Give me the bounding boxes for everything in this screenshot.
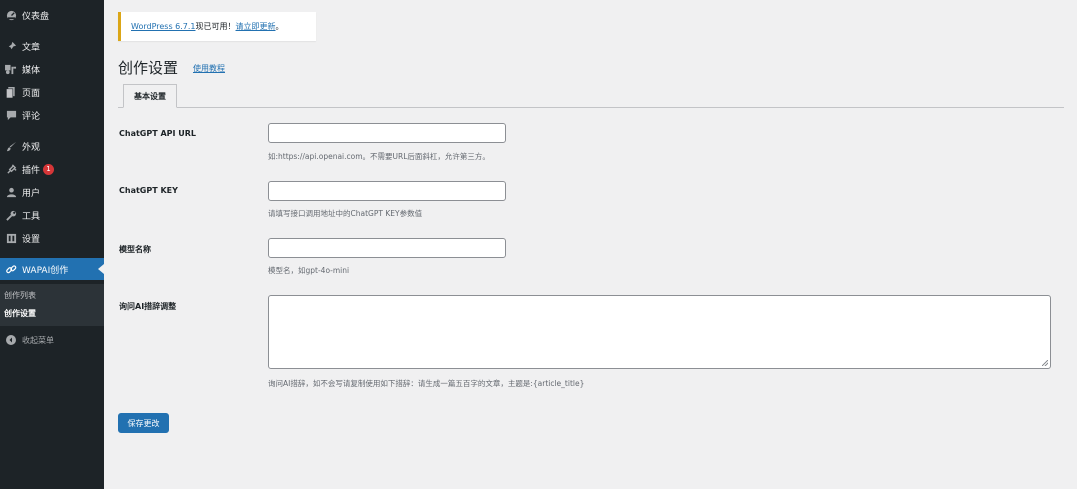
menu-label: 媒体 — [22, 65, 41, 76]
api-url-label: ChatGPT API URL — [119, 129, 197, 138]
update-count-badge: 1 — [43, 163, 55, 175]
page-icon — [2, 86, 20, 98]
wordpress-version-link[interactable]: WordPress 6.7.1 — [131, 22, 196, 31]
menu-item-settings[interactable]: 设置 — [0, 227, 104, 249]
prompt-help: 询问AI措辞，如不会写请复制使用如下措辞：请生成一篇五百字的文章，主题是:{ar… — [268, 379, 585, 388]
collapse-menu-button[interactable]: 收起菜单 — [0, 332, 54, 348]
api-key-help: 请填写接口调用地址中的ChatGPT KEY参数值 — [268, 209, 423, 218]
menu-item-users[interactable]: 用户 — [0, 181, 104, 203]
api-key-label: ChatGPT KEY — [119, 186, 178, 195]
user-icon — [2, 187, 20, 198]
update-now-link[interactable]: 请立即更新 — [236, 21, 276, 32]
settings-icon — [2, 233, 20, 244]
prompt-textarea[interactable] — [268, 295, 1051, 369]
model-name-help: 模型名，如gpt-4o-mini — [268, 266, 350, 275]
menu-label: 工具 — [22, 211, 41, 222]
menu-item-appearance[interactable]: 外观 — [0, 135, 104, 157]
menu-item-media[interactable]: 媒体 — [0, 58, 104, 80]
menu-item-pages[interactable]: 页面 — [0, 81, 104, 103]
menu-item-posts[interactable]: 文章 — [0, 35, 104, 57]
menu-label: 文章 — [22, 42, 41, 53]
media-icon — [2, 64, 20, 75]
menu-item-wapai[interactable]: WAPAI创作 — [0, 258, 104, 280]
admin-sidebar: 仪表盘 文章 媒体 页面 评论 外观 插件 1 用户 工具 设置 WAPAI创作… — [0, 0, 104, 489]
menu-label: 仪表盘 — [22, 11, 50, 22]
menu-item-dashboard[interactable]: 仪表盘 — [0, 4, 104, 26]
collapse-menu-label: 收起菜单 — [22, 335, 54, 345]
menu-label: WAPAI创作 — [22, 265, 69, 276]
link-icon — [2, 264, 20, 275]
resize-handle-icon[interactable] — [1042, 360, 1048, 366]
plugin-icon — [2, 163, 20, 175]
brush-icon — [2, 141, 20, 152]
api-url-help: 如:https://api.openai.com。不需要URL后面斜杠，允许第三… — [268, 152, 490, 161]
model-name-input[interactable] — [268, 238, 506, 258]
submenu-item-create-settings[interactable]: 创作设置 — [4, 308, 36, 319]
prompt-label: 询问AI措辞调整 — [119, 302, 177, 311]
wapai-submenu: 创作列表 创作设置 — [0, 284, 104, 326]
submenu-item-create-list[interactable]: 创作列表 — [4, 290, 36, 301]
collapse-arrow-icon — [2, 335, 20, 345]
tutorial-link[interactable]: 使用教程 — [193, 63, 225, 74]
notice-text: 现已可用！ — [195, 22, 236, 31]
menu-label: 用户 — [22, 188, 41, 199]
menu-item-comments[interactable]: 评论 — [0, 104, 104, 126]
menu-label: 外观 — [22, 142, 41, 153]
page-title: 创作设置 — [118, 59, 179, 77]
tab-basic-settings[interactable]: 基本设置 — [123, 84, 177, 108]
menu-item-tools[interactable]: 工具 — [0, 204, 104, 226]
comment-icon — [2, 110, 20, 121]
menu-label: 设置 — [22, 234, 41, 245]
api-key-input[interactable] — [268, 181, 506, 201]
tab-divider — [118, 107, 1064, 108]
menu-label: 页面 — [22, 88, 41, 99]
update-notice: WordPress 6.7.1 现已可用！ 请立即更新 。 — [118, 12, 316, 41]
model-name-label: 模型名称 — [119, 245, 151, 254]
notice-suffix: 。 — [275, 22, 284, 31]
pin-icon — [2, 41, 20, 52]
menu-label: 评论 — [22, 111, 41, 122]
wrench-icon — [2, 210, 20, 221]
dashboard-icon — [2, 10, 20, 21]
api-url-input[interactable] — [268, 123, 506, 143]
menu-label: 插件 — [22, 165, 41, 176]
menu-item-plugins[interactable]: 插件 1 — [0, 158, 104, 180]
save-changes-button[interactable]: 保存更改 — [118, 413, 169, 433]
